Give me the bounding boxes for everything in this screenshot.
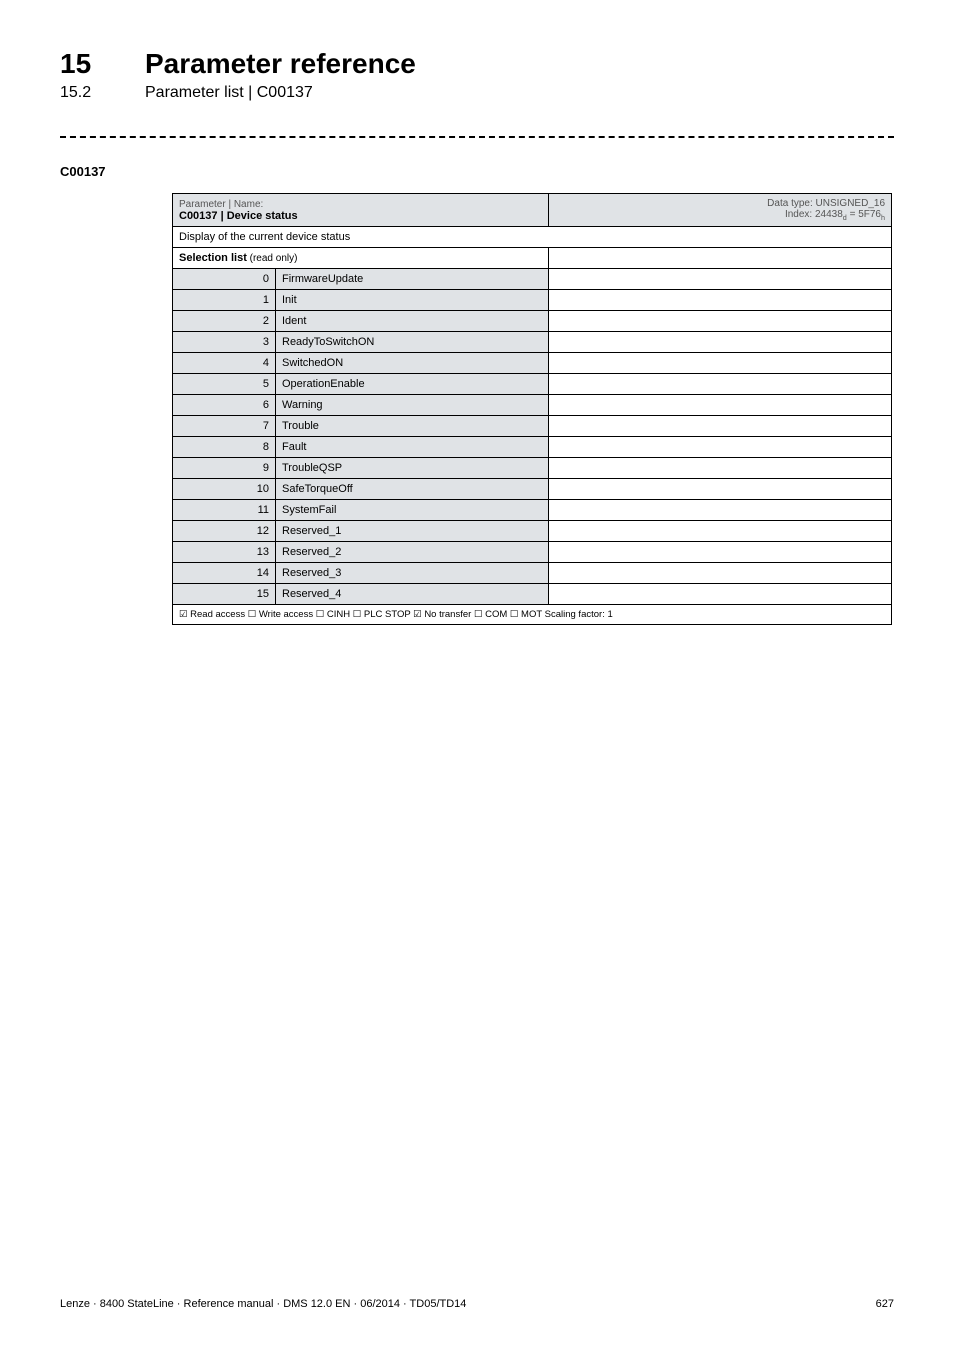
row-index: 3 [173, 332, 276, 353]
hdr-left-main: C00137 | Device status [179, 210, 298, 222]
table-row: 12Reserved_1 [173, 521, 892, 542]
row-value: Fault [276, 437, 549, 458]
footer-left: Lenze · 8400 StateLine · Reference manua… [60, 1298, 466, 1310]
parameter-table: Parameter | Name: C00137 | Device status… [172, 193, 892, 625]
page-footer: Lenze · 8400 StateLine · Reference manua… [60, 1298, 894, 1310]
row-value: Init [276, 290, 549, 311]
row-blank [549, 500, 892, 521]
divider [60, 136, 894, 138]
row-blank [549, 584, 892, 605]
row-index: 0 [173, 269, 276, 290]
table-row: 1Init [173, 290, 892, 311]
table-row: 2Ident [173, 311, 892, 332]
row-index: 11 [173, 500, 276, 521]
row-value: Reserved_3 [276, 563, 549, 584]
row-blank [549, 332, 892, 353]
section-number: 15.2 [60, 84, 145, 102]
row-index: 2 [173, 311, 276, 332]
row-index: 5 [173, 374, 276, 395]
description-row: Display of the current device status [173, 227, 892, 248]
row-blank [549, 458, 892, 479]
row-value: Warning [276, 395, 549, 416]
row-value: Reserved_4 [276, 584, 549, 605]
chapter-header: 15 Parameter reference [60, 48, 894, 80]
row-blank [549, 542, 892, 563]
table-header-left: Parameter | Name: C00137 | Device status [173, 194, 549, 227]
row-blank [549, 269, 892, 290]
row-index: 6 [173, 395, 276, 416]
row-blank [549, 311, 892, 332]
hdr-left-top: Parameter | Name: [179, 199, 263, 210]
row-blank [549, 353, 892, 374]
row-value: Ident [276, 311, 549, 332]
row-blank [549, 290, 892, 311]
table-row: 0FirmwareUpdate [173, 269, 892, 290]
table-row: 15Reserved_4 [173, 584, 892, 605]
row-index: 4 [173, 353, 276, 374]
row-index: 10 [173, 479, 276, 500]
table-row: 9TroubleQSP [173, 458, 892, 479]
row-index: 15 [173, 584, 276, 605]
row-value: SafeTorqueOff [276, 479, 549, 500]
table-row: 6Warning [173, 395, 892, 416]
table-row: 11SystemFail [173, 500, 892, 521]
row-index: 8 [173, 437, 276, 458]
row-value: OperationEnable [276, 374, 549, 395]
table-footer: ☑ Read access ☐ Write access ☐ CINH ☐ PL… [173, 605, 892, 625]
table-row: 8Fault [173, 437, 892, 458]
row-index: 14 [173, 563, 276, 584]
row-value: Trouble [276, 416, 549, 437]
section-title: Parameter list | C00137 [145, 84, 313, 102]
row-blank [549, 521, 892, 542]
row-blank [549, 563, 892, 584]
row-blank [549, 374, 892, 395]
row-index: 12 [173, 521, 276, 542]
row-value: TroubleQSP [276, 458, 549, 479]
hdr-right-line1: Data type: UNSIGNED_16 [767, 198, 885, 209]
row-blank [549, 479, 892, 500]
table-header-right: Data type: UNSIGNED_16 Index: 24438d = 5… [549, 194, 892, 227]
row-blank [549, 437, 892, 458]
table-row: 10SafeTorqueOff [173, 479, 892, 500]
row-index: 13 [173, 542, 276, 563]
table-row: 4SwitchedON [173, 353, 892, 374]
row-value: ReadyToSwitchON [276, 332, 549, 353]
chapter-title: Parameter reference [145, 48, 416, 80]
row-blank [549, 416, 892, 437]
row-value: FirmwareUpdate [276, 269, 549, 290]
row-value: SystemFail [276, 500, 549, 521]
footer-page-number: 627 [876, 1298, 894, 1310]
row-index: 7 [173, 416, 276, 437]
row-index: 9 [173, 458, 276, 479]
table-row: 3ReadyToSwitchON [173, 332, 892, 353]
row-value: Reserved_1 [276, 521, 549, 542]
param-code-heading: C00137 [60, 164, 894, 179]
table-row: 7Trouble [173, 416, 892, 437]
row-blank [549, 395, 892, 416]
section-header: 15.2 Parameter list | C00137 [60, 84, 894, 102]
row-value: Reserved_2 [276, 542, 549, 563]
selection-list-header: Selection list (read only) [173, 248, 549, 269]
hdr-right-line2: Index: 24438d = 5F76h [785, 209, 885, 220]
row-index: 1 [173, 290, 276, 311]
table-row: 14Reserved_3 [173, 563, 892, 584]
row-value: SwitchedON [276, 353, 549, 374]
chapter-number: 15 [60, 48, 145, 80]
table-row: 5OperationEnable [173, 374, 892, 395]
selection-list-blank [549, 248, 892, 269]
table-row: 13Reserved_2 [173, 542, 892, 563]
